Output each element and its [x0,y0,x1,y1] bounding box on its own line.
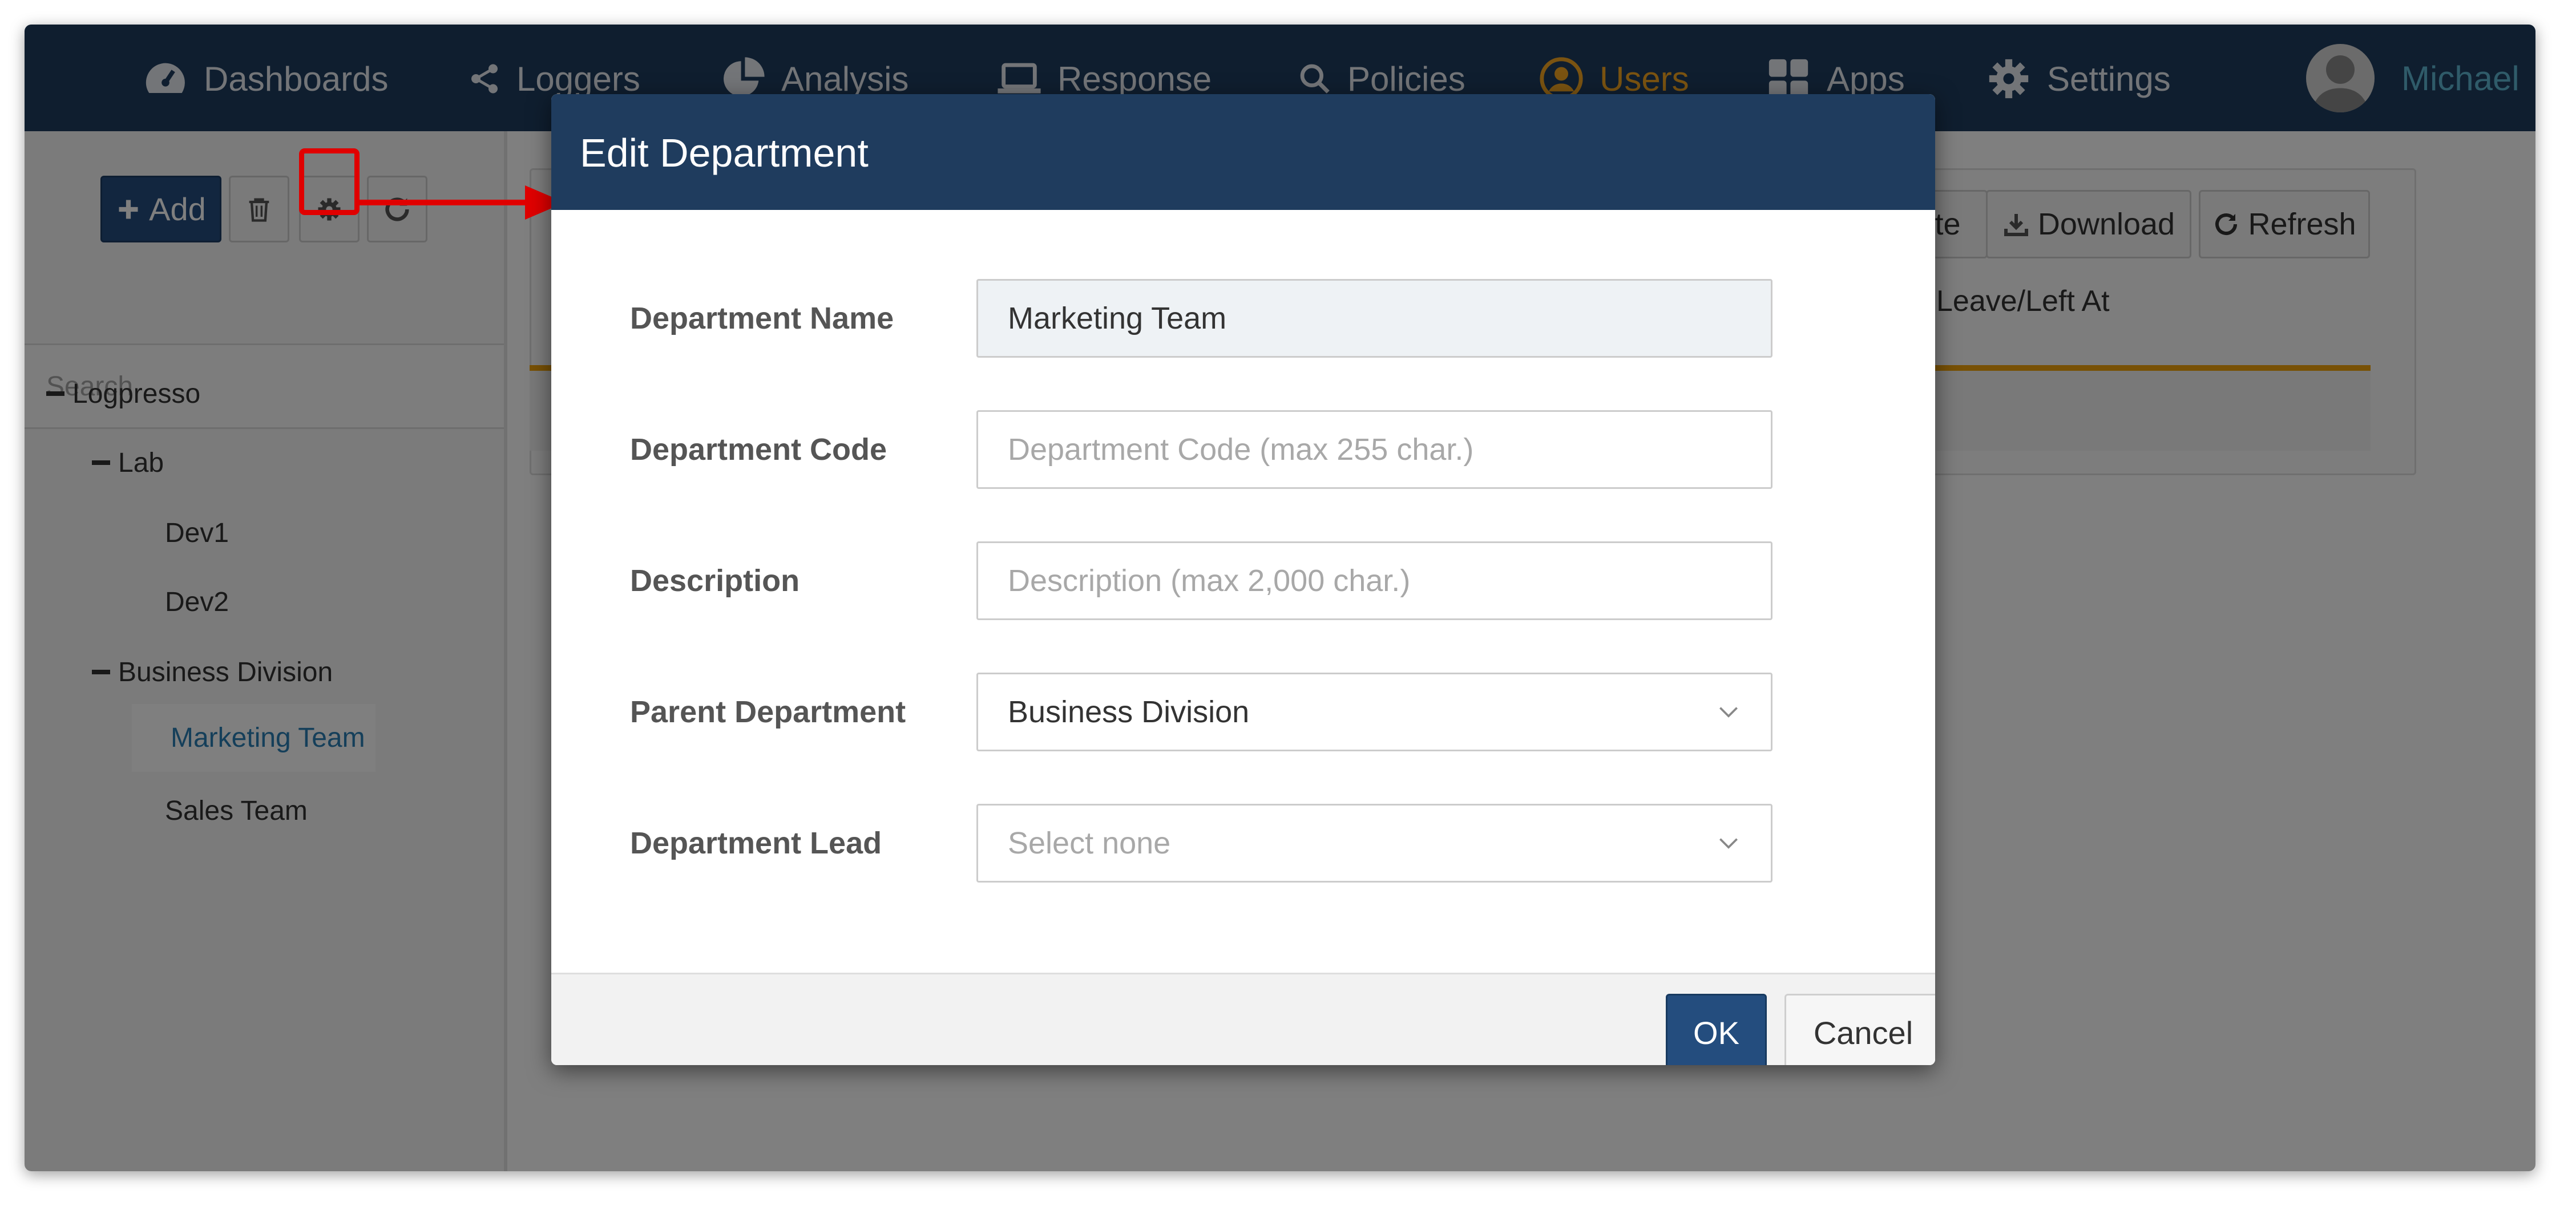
department-code-field[interactable] [976,410,1772,489]
chevron-down-icon [1719,838,1738,849]
description-label: Description [630,564,800,598]
description-field[interactable] [976,541,1772,620]
department-code-label: Department Code [630,432,887,467]
dialog-title: Edit Department [580,131,869,175]
chevron-down-icon [1719,707,1738,718]
app-window: Dashboards Loggers Analysis Response Pol… [25,25,2535,1171]
department-lead-select[interactable]: Select none [976,804,1772,883]
parent-department-label: Parent Department [630,695,906,729]
cancel-button[interactable]: Cancel [1784,994,1935,1065]
dialog-header: Edit Department [551,94,1935,210]
department-name-label: Department Name [630,301,894,335]
annotation-arrow [360,185,565,220]
ok-button[interactable]: OK [1666,994,1767,1065]
parent-department-select[interactable]: Business Division [976,673,1772,751]
department-name-field[interactable] [976,279,1772,358]
parent-department-value: Business Division [1008,695,1250,729]
department-lead-label: Department Lead [630,826,882,860]
settings-button-highlight [299,148,360,215]
edit-department-dialog: Edit Department Department Name Departme… [551,94,1935,1065]
department-lead-placeholder: Select none [1008,826,1171,860]
